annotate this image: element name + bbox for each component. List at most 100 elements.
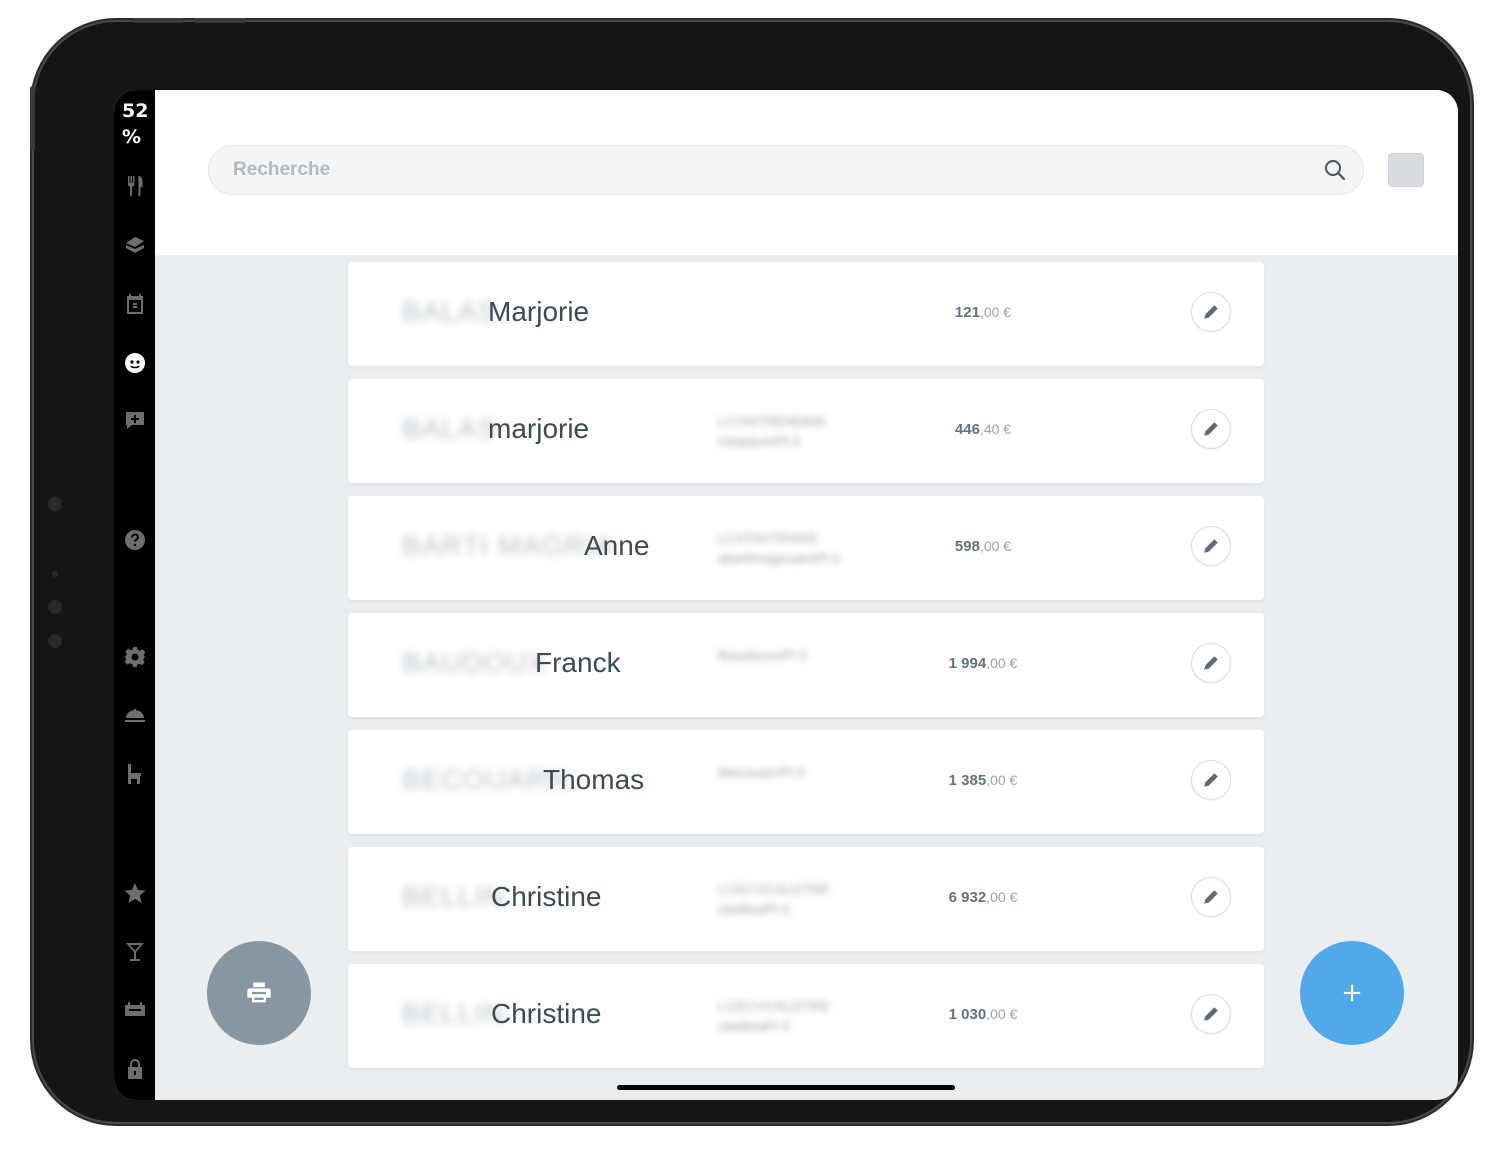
customer-balance: 1 994,00 € bbox=[908, 613, 1058, 713]
print-button[interactable] bbox=[207, 941, 311, 1045]
customer-row[interactable]: BELLIN Christine LCECVCALDTRE cbellinaPt… bbox=[348, 847, 1264, 951]
balance-decimal: ,40 € bbox=[979, 421, 1012, 437]
customer-firstname: Thomas bbox=[543, 764, 645, 795]
customer-contact-info: LCSTAVTRANS abartimagruaesPt it bbox=[718, 528, 878, 568]
volume-down-button bbox=[194, 18, 246, 23]
pencil-icon bbox=[1204, 656, 1218, 670]
balance-decimal: ,00 € bbox=[986, 772, 1018, 788]
lock-icon[interactable] bbox=[123, 1057, 147, 1081]
edit-customer-button[interactable] bbox=[1191, 409, 1231, 449]
screen: 52 % Recherche BALAS Marjorie 121 ,00 € … bbox=[114, 90, 1458, 1100]
pencil-icon bbox=[1204, 305, 1218, 319]
balance-decimal: ,00 € bbox=[979, 304, 1012, 320]
sensor-dot bbox=[48, 497, 62, 511]
customer-row[interactable]: BAUDOUX Franck fbaudouxsPt it 1 994,00 € bbox=[348, 613, 1264, 717]
add-customer-button[interactable]: + bbox=[1300, 941, 1404, 1045]
customer-firstname: Franck bbox=[535, 647, 621, 678]
customer-face-icon[interactable] bbox=[123, 351, 147, 375]
customer-firstname: Anne bbox=[584, 530, 650, 561]
chat-plus-icon[interactable] bbox=[123, 409, 147, 433]
customer-company: LCONTRENDMA bbox=[718, 413, 827, 429]
search-icon[interactable] bbox=[1323, 158, 1347, 182]
dish-cloche-icon[interactable] bbox=[123, 704, 147, 728]
customer-lastname: BELLIN bbox=[402, 998, 505, 1029]
customer-email: cbellinaPt it bbox=[718, 1018, 790, 1034]
search-input[interactable] bbox=[233, 146, 1293, 194]
balance-decimal: ,00 € bbox=[986, 1006, 1018, 1022]
customer-firstname: Marjorie bbox=[488, 296, 590, 327]
home-indicator bbox=[617, 1085, 955, 1090]
balance-decimal: ,00 € bbox=[986, 655, 1018, 671]
customer-lastname: BARTI MAGRIA bbox=[402, 530, 615, 561]
pencil-icon bbox=[1204, 1007, 1218, 1021]
customer-lastname: BALAS bbox=[402, 296, 498, 327]
customer-balance: 598,00 € bbox=[908, 496, 1058, 596]
balance-decimal: ,00 € bbox=[986, 889, 1018, 905]
edit-customer-button[interactable] bbox=[1191, 643, 1231, 683]
main-content: BALAS Marjorie 121,00 € BALAS marjorie L… bbox=[155, 90, 1458, 1100]
customer-row[interactable]: BALAS marjorie LCONTRENDMA mbalaumPt it … bbox=[348, 379, 1264, 483]
plus-icon: + bbox=[1341, 978, 1363, 1008]
sensor-dot bbox=[48, 634, 62, 648]
edit-customer-button[interactable] bbox=[1191, 292, 1231, 332]
customer-company: LCECVCALDTRE bbox=[718, 998, 831, 1014]
edit-customer-button[interactable] bbox=[1191, 760, 1231, 800]
help-icon[interactable] bbox=[123, 528, 147, 552]
balance-decimal: ,00 € bbox=[979, 538, 1012, 554]
customer-row[interactable]: BALAS Marjorie 121,00 € bbox=[348, 262, 1264, 366]
balance-integer: 1 030 bbox=[948, 1005, 987, 1023]
edit-customer-button[interactable] bbox=[1191, 526, 1231, 566]
customer-firstname: Christine bbox=[491, 998, 602, 1029]
customer-contact-info: LCECVCALDTRE cbellinaPt it bbox=[718, 996, 878, 1036]
customer-company: LCECVCALDTRE bbox=[718, 881, 831, 897]
customer-email: cbellinaPt it bbox=[718, 901, 790, 917]
customer-email: fbaudouxsPt it bbox=[718, 647, 807, 663]
customer-balance: 1 030,00 € bbox=[908, 964, 1058, 1064]
settings-gear-icon[interactable] bbox=[123, 645, 147, 669]
filter-toggle-button[interactable] bbox=[1388, 153, 1424, 187]
customer-row[interactable]: BARTI MAGRIA Anne LCSTAVTRANS abartimagr… bbox=[348, 496, 1264, 600]
cocktail-icon[interactable] bbox=[123, 940, 147, 964]
edit-customer-button[interactable] bbox=[1191, 994, 1231, 1034]
pencil-icon bbox=[1204, 773, 1218, 787]
bag-icon[interactable] bbox=[123, 233, 147, 257]
customer-email: tbecouarnPt it bbox=[718, 764, 805, 780]
customer-lastname: BELLIN bbox=[402, 881, 505, 912]
balance-integer: 121 bbox=[954, 303, 980, 321]
customer-lastname: BAUDOUX bbox=[402, 647, 548, 678]
top-bar bbox=[155, 90, 1458, 255]
customer-company: LCSTAVTRANS bbox=[718, 530, 818, 546]
customer-contact-info: fbaudouxsPt it bbox=[718, 645, 878, 665]
search-bar bbox=[208, 145, 1364, 195]
customer-contact-info: LCECVCALDTRE cbellinaPt it bbox=[718, 879, 878, 919]
customer-balance: 446,40 € bbox=[908, 379, 1058, 479]
chair-icon[interactable] bbox=[123, 762, 147, 786]
sensor-dot bbox=[48, 600, 62, 614]
customer-contact-info: tbecouarnPt it bbox=[718, 762, 878, 782]
customer-lastname: BALAS bbox=[402, 413, 498, 444]
battery-percentage: 52 % bbox=[122, 100, 149, 148]
balance-integer: 1 994 bbox=[948, 654, 987, 672]
cash-drawer-icon[interactable] bbox=[123, 998, 147, 1022]
balance-integer: 446 bbox=[954, 420, 980, 438]
customer-email: mbalaumPt it bbox=[718, 433, 800, 449]
edit-customer-button[interactable] bbox=[1191, 877, 1231, 917]
customer-list: BALAS Marjorie 121,00 € BALAS marjorie L… bbox=[348, 262, 1264, 1081]
volume-up-button bbox=[132, 18, 184, 23]
sidebar: 52 % bbox=[114, 90, 156, 1100]
camera-lens bbox=[52, 571, 58, 577]
customer-balance: 6 932,00 € bbox=[908, 847, 1058, 947]
star-icon[interactable] bbox=[123, 881, 147, 905]
fork-knife-icon[interactable] bbox=[123, 174, 147, 198]
customer-row[interactable]: BECOUARN Thomas tbecouarnPt it 1 385,00 … bbox=[348, 730, 1264, 834]
customer-row[interactable]: BELLIN Christine LCECVCALDTRE cbellinaPt… bbox=[348, 964, 1264, 1068]
calendar-icon[interactable] bbox=[123, 292, 147, 316]
pencil-icon bbox=[1204, 539, 1218, 553]
balance-integer: 598 bbox=[954, 537, 980, 555]
customer-firstname: Christine bbox=[491, 881, 602, 912]
customer-email: abartimagruaesPt it bbox=[718, 550, 840, 566]
tablet-frame: 52 % Recherche BALAS Marjorie 121 ,00 € … bbox=[30, 18, 1470, 1122]
power-button bbox=[30, 86, 35, 150]
pencil-icon bbox=[1204, 890, 1218, 904]
customer-firstname: marjorie bbox=[488, 413, 590, 444]
